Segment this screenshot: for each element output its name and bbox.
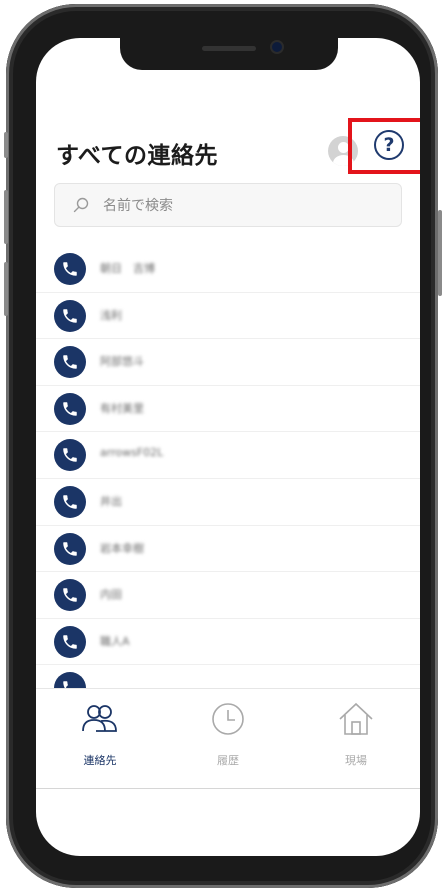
front-camera bbox=[272, 42, 282, 52]
side-button-volume-up bbox=[4, 190, 8, 244]
search-box[interactable] bbox=[54, 183, 402, 228]
phone-call-icon[interactable] bbox=[54, 532, 86, 565]
contact-row[interactable]: 内田 bbox=[36, 572, 420, 619]
contacts-icon bbox=[82, 705, 117, 732]
phone-call-icon[interactable] bbox=[54, 485, 86, 518]
contact-name: 有村美里 bbox=[100, 401, 144, 415]
search-input[interactable] bbox=[101, 184, 395, 228]
phone-call-icon[interactable] bbox=[54, 253, 86, 285]
contact-name: 浅利 bbox=[100, 308, 122, 322]
phone-call-icon[interactable] bbox=[54, 392, 86, 425]
question-mark-icon: ? bbox=[374, 130, 404, 160]
contact-name: 朝日 吉博 bbox=[100, 262, 155, 275]
phone-call-icon[interactable] bbox=[54, 346, 86, 379]
contact-name: 職人A bbox=[100, 634, 130, 648]
header: すべての連絡先 ? bbox=[36, 118, 420, 178]
contact-row[interactable] bbox=[36, 665, 420, 688]
contact-row[interactable]: 井出 bbox=[36, 479, 420, 526]
tab-bar: 連絡先 履歴 現場 bbox=[36, 688, 420, 789]
contact-row[interactable]: 有村美里 bbox=[36, 386, 420, 433]
side-button-mute bbox=[4, 132, 8, 158]
tab-history[interactable]: 履歴 bbox=[164, 689, 292, 789]
house-icon bbox=[339, 702, 373, 735]
phone-call-icon[interactable] bbox=[54, 299, 86, 332]
speaker-grille bbox=[202, 46, 256, 51]
search-icon bbox=[73, 197, 89, 213]
contact-row[interactable]: 朝日 吉博 bbox=[36, 246, 420, 293]
contact-list: 朝日 吉博浅利阿部悠斗有村美里 arrowsF02L 井出岩本幸樹内田職人A bbox=[36, 246, 420, 688]
contact-name: arrowsF02L bbox=[100, 446, 164, 460]
page-title: すべての連絡先 bbox=[56, 143, 218, 169]
screen: すべての連絡先 ? 朝日 吉博浅利阿部悠斗有村美里 arrowsF02L 井出岩本幸… bbox=[36, 38, 420, 856]
home-divider bbox=[36, 788, 420, 789]
contact-name: 岩本幸樹 bbox=[100, 541, 144, 555]
contact-name: 内田 bbox=[100, 588, 122, 602]
contact-row[interactable]: 職人A bbox=[36, 619, 420, 666]
contact-name: 井出 bbox=[100, 494, 122, 508]
tab-site[interactable]: 現場 bbox=[292, 689, 420, 789]
tab-label-contacts: 連絡先 bbox=[83, 754, 117, 767]
help-button[interactable]: ? bbox=[348, 118, 420, 174]
contact-row[interactable]: 阿部悠斗 bbox=[36, 339, 420, 386]
tab-contacts[interactable]: 連絡先 bbox=[36, 689, 164, 789]
side-button-power bbox=[438, 210, 442, 296]
contact-row[interactable]: arrowsF02L bbox=[36, 432, 420, 479]
phone-call-icon[interactable] bbox=[54, 672, 86, 688]
notch bbox=[120, 38, 338, 70]
contact-name: 阿部悠斗 bbox=[100, 355, 144, 369]
tab-label-history: 履歴 bbox=[217, 754, 239, 767]
phone-call-icon[interactable] bbox=[54, 439, 86, 472]
phone-call-icon[interactable] bbox=[54, 579, 86, 612]
contact-row[interactable]: 岩本幸樹 bbox=[36, 526, 420, 573]
tab-label-site: 現場 bbox=[345, 754, 367, 767]
clock-icon bbox=[212, 703, 244, 735]
phone-call-icon[interactable] bbox=[54, 625, 86, 658]
side-button-volume-down bbox=[4, 262, 8, 316]
contact-row[interactable]: 浅利 bbox=[36, 293, 420, 340]
